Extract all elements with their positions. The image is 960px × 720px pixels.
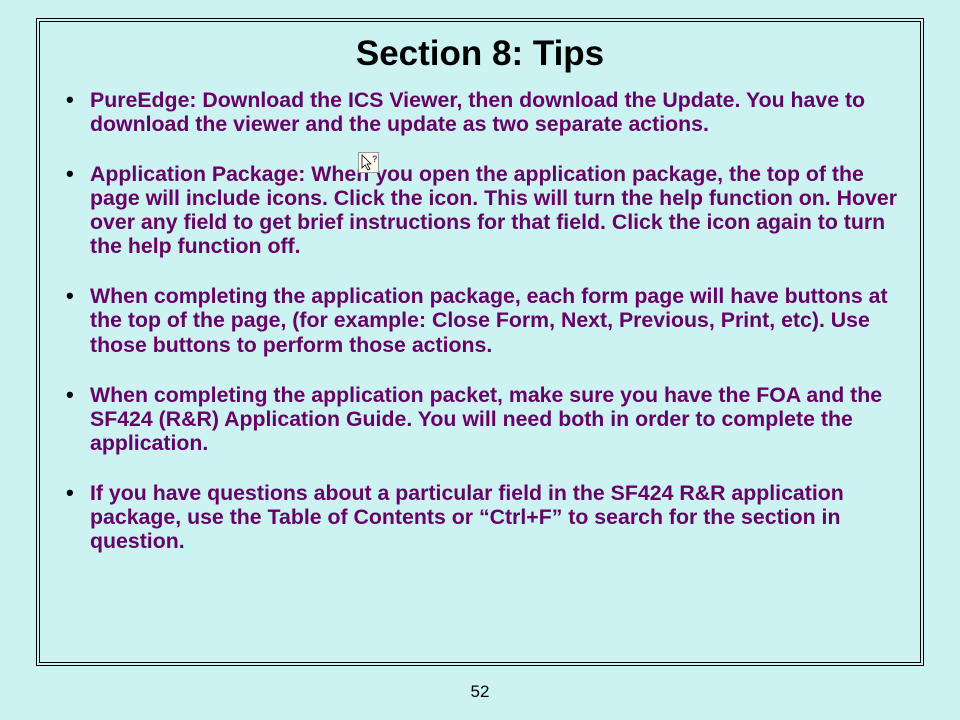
list-item: If you have questions about a particular… bbox=[62, 481, 898, 553]
page-title: Section 8: Tips bbox=[62, 34, 898, 74]
list-item: When completing the application packet, … bbox=[62, 383, 898, 455]
bullet-text: If you have questions about a particular… bbox=[90, 481, 844, 553]
svg-text:?: ? bbox=[372, 154, 378, 164]
list-item: PureEdge: Download the ICS Viewer, then … bbox=[62, 88, 898, 136]
bullet-text: Application Package: When you open the a… bbox=[90, 162, 897, 258]
help-cursor-icon: ? bbox=[358, 152, 379, 173]
list-item: When completing the application package,… bbox=[62, 284, 898, 356]
list-item: Application Package: When you open the a… bbox=[62, 162, 898, 258]
bullet-text: When completing the application packet, … bbox=[90, 383, 882, 455]
bullet-text: When completing the application package,… bbox=[90, 284, 888, 356]
bullet-list: PureEdge: Download the ICS Viewer, then … bbox=[62, 88, 898, 553]
slide-frame: Section 8: Tips PureEdge: Download the I… bbox=[36, 18, 924, 666]
bullet-text: PureEdge: Download the ICS Viewer, then … bbox=[90, 88, 865, 136]
page-number: 52 bbox=[0, 682, 960, 702]
